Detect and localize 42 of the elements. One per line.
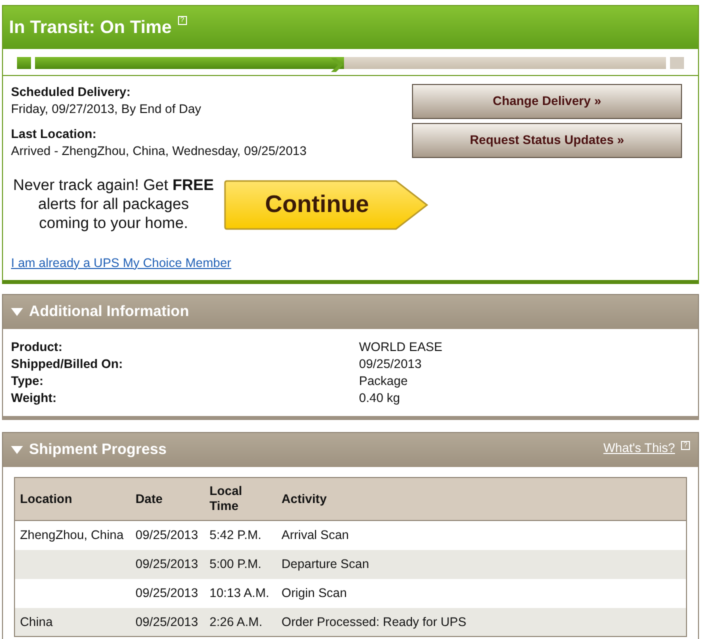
table-cell: 2:26 A.M. bbox=[204, 608, 276, 637]
field-label: Shipped/Billed On: bbox=[11, 356, 124, 374]
table-cell: Order Processed: Ready for UPS bbox=[276, 608, 686, 637]
action-button[interactable]: Request Status Updates » bbox=[412, 123, 682, 158]
field-value: 09/25/2013 bbox=[359, 356, 422, 374]
continue-button[interactable]: Continue bbox=[224, 178, 430, 231]
status-title: In Transit: On Time bbox=[9, 16, 172, 38]
field-value: 0.40 kg bbox=[359, 390, 400, 408]
section-title: Additional Information bbox=[29, 303, 189, 322]
action-button[interactable]: Change Delivery » bbox=[412, 84, 682, 119]
table-cell: China bbox=[14, 608, 130, 637]
table-cell: ZhengZhou, China bbox=[14, 520, 130, 550]
field-value: Package bbox=[359, 373, 408, 390]
section-title: Shipment Progress bbox=[29, 441, 167, 460]
field-value: WORLD EASE bbox=[359, 339, 442, 356]
table-cell: 5:00 P.M. bbox=[204, 550, 276, 579]
table-cell: 5:42 P.M. bbox=[204, 520, 276, 550]
field-value: Friday, 09/27/2013, By End of Day bbox=[11, 100, 202, 118]
field-label: Scheduled Delivery: bbox=[11, 84, 132, 101]
table-cell: 09/25/2013 bbox=[130, 520, 204, 550]
column-header: Location bbox=[14, 478, 130, 521]
table-cell: 09/25/2013 bbox=[130, 608, 204, 637]
table-cell: 10:13 A.M. bbox=[204, 578, 276, 608]
table-cell: Arrival Scan bbox=[276, 520, 686, 550]
table-cell: 09/25/2013 bbox=[130, 550, 204, 579]
column-header: Date bbox=[130, 478, 204, 521]
table-cell: 09/25/2013 bbox=[130, 578, 204, 608]
progress-end-segment bbox=[670, 57, 684, 69]
progress-start-segment bbox=[17, 57, 31, 69]
field-label: Product: bbox=[11, 339, 64, 356]
promo-text: Never track again! Get FREE alerts for all packages coming to your home. bbox=[12, 176, 215, 234]
field-label: Weight: bbox=[11, 390, 58, 408]
triangle-icon[interactable] bbox=[11, 308, 23, 316]
triangle-icon[interactable] bbox=[11, 446, 23, 454]
field-label: Type: bbox=[11, 373, 44, 390]
field-label: Last Location: bbox=[11, 126, 98, 143]
column-header: Activity bbox=[276, 478, 686, 521]
table-cell: Departure Scan bbox=[276, 550, 686, 579]
column-header: Local Time bbox=[204, 478, 276, 521]
table-cell: Origin Scan bbox=[276, 578, 686, 608]
member-link[interactable]: I am already a UPS My Choice Member bbox=[11, 256, 232, 270]
field-value: Arrived - ZhengZhou, China, Wednesday, 09/25/2013 bbox=[11, 142, 307, 160]
